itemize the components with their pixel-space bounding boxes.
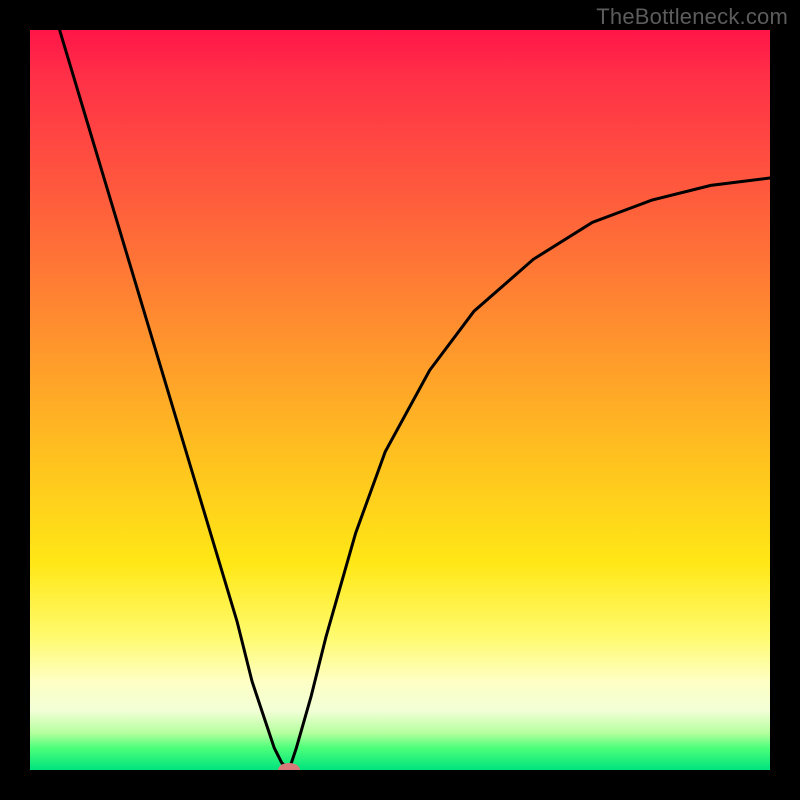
chart-svg	[30, 30, 770, 770]
curve-right	[289, 178, 770, 770]
chart-frame: TheBottleneck.com	[0, 0, 800, 800]
watermark-text: TheBottleneck.com	[596, 4, 788, 30]
curve-left	[60, 30, 289, 770]
